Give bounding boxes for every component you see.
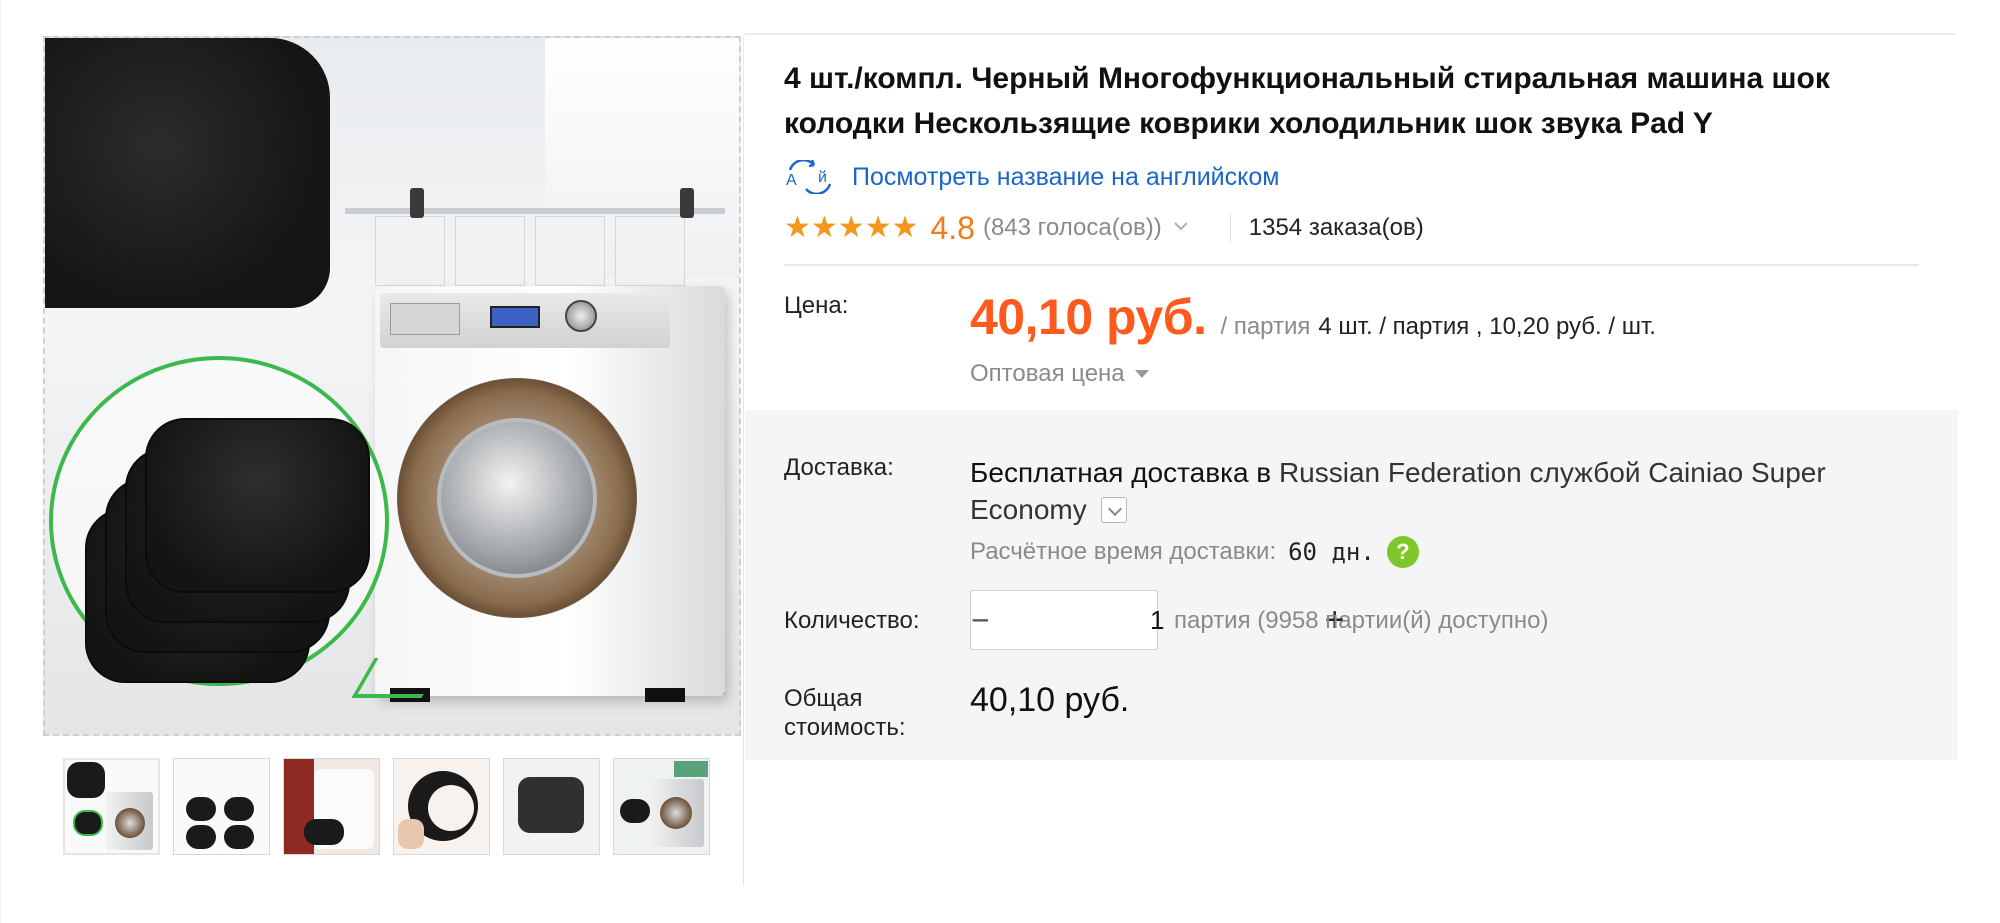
thumbnail-2[interactable] bbox=[173, 758, 270, 855]
chevron-down-icon[interactable] bbox=[1174, 218, 1188, 232]
svg-text:A: A bbox=[786, 172, 797, 189]
shipping-options-toggle[interactable] bbox=[1100, 496, 1127, 523]
shipping-free-text: Бесплатная доставка в bbox=[970, 457, 1272, 488]
quantity-stepper: − + bbox=[970, 590, 1345, 650]
product-pad-closeup bbox=[45, 38, 330, 308]
help-icon[interactable]: ? bbox=[1386, 536, 1419, 568]
divider bbox=[784, 264, 1919, 266]
quantity-availability: партия (9958 партии(й) доступно) bbox=[1174, 607, 1549, 634]
wholesale-price-dropdown[interactable]: Оптовая цена bbox=[970, 360, 1149, 388]
thumbnail-3[interactable] bbox=[283, 758, 380, 855]
price-unit: / партия bbox=[1220, 313, 1311, 340]
divider bbox=[745, 33, 1955, 35]
decrease-quantity-button[interactable]: − bbox=[971, 591, 990, 649]
thumbnail-6[interactable] bbox=[613, 758, 710, 855]
orders-count: 1354 заказа(ов) bbox=[1248, 214, 1424, 241]
price-pack-info: 4 шт. / партия , 10,20 руб. / шт. bbox=[1318, 313, 1656, 340]
rating-value: 4.8 bbox=[930, 209, 975, 246]
rating-stars: ★★★★★ bbox=[784, 211, 919, 244]
thumbnail-5[interactable] bbox=[503, 758, 600, 855]
translate-icon[interactable]: A й bbox=[784, 158, 836, 196]
translate-row: A й Посмотреть название на английском bbox=[784, 158, 1279, 196]
rating-row: ★★★★★ 4.8 (843 голоса(ов)) 1354 заказа(о… bbox=[784, 208, 1424, 248]
delivery-estimate: Расчётное время доставки: 60 дн. ? bbox=[970, 536, 1419, 568]
view-english-title-link[interactable]: Посмотреть название на английском bbox=[852, 163, 1279, 192]
shipping-info: Бесплатная доставка в Russian Federation… bbox=[970, 454, 1870, 528]
price-amount: 40,10 руб. bbox=[970, 289, 1207, 345]
total-value: 40,10 руб. bbox=[970, 681, 1130, 719]
wholesale-label: Оптовая цена bbox=[970, 360, 1125, 387]
caret-down-icon bbox=[1134, 370, 1149, 378]
price-row: 40,10 руб. / партия 4 шт. / партия , 10,… bbox=[970, 288, 1656, 346]
divider bbox=[1229, 213, 1231, 243]
divider bbox=[0, 0, 1, 923]
votes-count[interactable]: (843 голоса(ов)) bbox=[983, 214, 1162, 242]
eta-days: 60 дн. bbox=[1288, 538, 1375, 566]
product-page: 4 шт./компл. Черный Многофункциональный … bbox=[0, 0, 2000, 923]
shipping-label: Доставка: bbox=[784, 454, 894, 481]
main-product-image[interactable] bbox=[43, 36, 741, 736]
stacked-pad bbox=[145, 418, 370, 593]
product-title: 4 шт./компл. Черный Многофункциональный … bbox=[784, 62, 1830, 140]
eta-label: Расчётное время доставки: bbox=[970, 538, 1277, 565]
quantity-label: Количество: bbox=[784, 607, 920, 634]
divider bbox=[743, 36, 744, 886]
thumbnail-1[interactable] bbox=[63, 758, 160, 855]
price-label: Цена: bbox=[784, 292, 849, 319]
thumbnail-4[interactable] bbox=[393, 758, 490, 855]
svg-text:й: й bbox=[818, 169, 827, 186]
total-label: Общая стоимость: bbox=[784, 685, 906, 741]
